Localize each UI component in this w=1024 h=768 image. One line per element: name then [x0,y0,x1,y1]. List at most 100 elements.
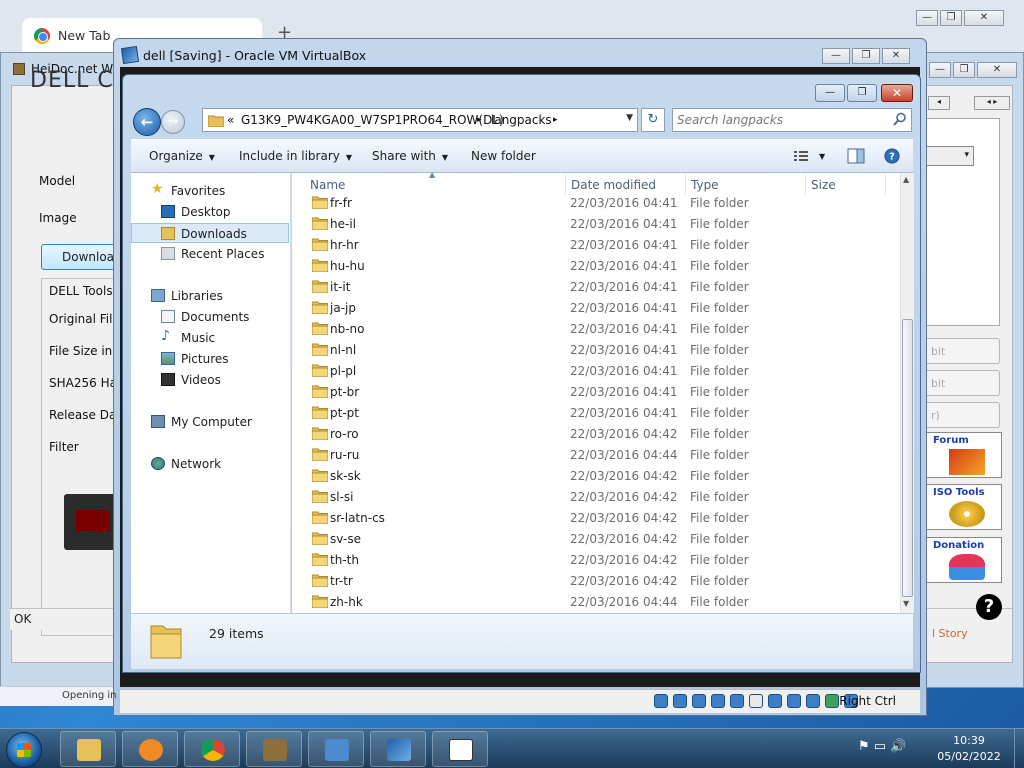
network-adapter-icon[interactable] [711,694,725,708]
forward-button[interactable]: → [161,110,185,134]
nav-documents[interactable]: Documents [131,307,289,327]
file-row[interactable]: ja-jp 22/03/2016 04:41 File folder [292,298,900,319]
file-row[interactable]: sk-sk 22/03/2016 04:42 File folder [292,466,900,487]
nav-desktop[interactable]: Desktop [131,202,289,222]
help-icon[interactable]: ? [976,594,1002,620]
download-button[interactable]: Downloa [41,244,121,270]
file-row[interactable]: sr-latn-cs 22/03/2016 04:42 File folder [292,508,900,529]
forum-tile[interactable]: Forum [924,432,1002,478]
maximize-button[interactable]: ❐ [852,48,880,64]
column-divider[interactable] [805,173,806,195]
file-row[interactable]: sl-si 22/03/2016 04:42 File folder [292,487,900,508]
file-row[interactable]: hr-hr 22/03/2016 04:41 File folder [292,235,900,256]
file-row[interactable]: pl-pl 22/03/2016 04:41 File folder [292,361,900,382]
close-button[interactable]: ✕ [882,48,910,64]
nav-libraries[interactable]: Libraries [131,286,289,306]
file-row[interactable]: th-th 22/03/2016 04:42 File folder [292,550,900,571]
nav-music[interactable]: ♪ Music [131,328,289,348]
refresh-icon[interactable]: ↻ [641,108,665,132]
new-folder-button[interactable]: New folder [471,149,536,163]
nav-favorites[interactable]: ★ Favorites [131,181,289,201]
breadcrumb-overflow[interactable]: « [227,113,234,127]
column-header-type[interactable]: Type [691,178,719,192]
show-desktop-button[interactable] [1014,729,1024,768]
close-button[interactable]: ✕ [964,10,1004,26]
help-icon[interactable]: ? [883,148,901,164]
maximize-button[interactable]: ❐ [953,62,975,78]
preview-pane-icon[interactable] [847,148,865,164]
minimize-button[interactable]: — [916,10,938,26]
file-row[interactable]: nl-nl 22/03/2016 04:41 File folder [292,340,900,361]
search-icon[interactable] [893,112,907,126]
include-in-library-menu[interactable]: Include in library ▼ [239,149,352,163]
breadcrumb-current[interactable]: langpacks [491,113,552,127]
file-row[interactable]: fr-fr 22/03/2016 04:41 File folder [292,193,900,214]
search-input[interactable] [677,111,887,129]
taskbar-7zip[interactable] [432,731,488,767]
file-row[interactable]: pt-pt 22/03/2016 04:41 File folder [292,403,900,424]
start-button[interactable] [6,732,42,768]
taskbar-virtualbox[interactable] [370,731,426,767]
file-row[interactable]: tr-tr 22/03/2016 04:42 File folder [292,571,900,592]
recording-icon[interactable] [787,694,801,708]
hdd-icon[interactable] [654,694,668,708]
scroll-up-icon[interactable]: ▲ [903,175,909,184]
vertical-scrollbar[interactable]: ▲ ▼ [900,173,914,613]
address-bar[interactable]: « G13K9_PW4KGA00_W7SP1PRO64_ROW(DL) ▸ la… [202,108,638,132]
optical-drive-icon[interactable] [673,694,687,708]
minimize-button[interactable]: — [815,84,845,102]
address-dropdown-icon[interactable]: ▼ [626,113,633,123]
minimize-button[interactable]: — [822,48,850,64]
views-icon[interactable] [793,148,809,164]
file-row[interactable]: sv-se 22/03/2016 04:42 File folder [292,529,900,550]
file-row[interactable]: pt-br 22/03/2016 04:41 File folder [292,382,900,403]
file-row[interactable]: ru-ru 22/03/2016 04:44 File folder [292,445,900,466]
taskbar-control-panel[interactable] [308,731,364,767]
donation-tile[interactable]: Donation [924,537,1002,583]
file-row[interactable]: it-it 22/03/2016 04:41 File folder [292,277,900,298]
back-button[interactable]: ← [133,108,161,136]
bit-button-1[interactable]: bit [924,338,1000,364]
column-header-size[interactable]: Size [811,178,836,192]
scroll-nav-buttons[interactable]: ◂ ▸ [974,96,1010,110]
scrollbar-thumb[interactable] [902,319,913,597]
views-dropdown-icon[interactable]: ▼ [819,152,825,161]
nav-downloads[interactable]: Downloads [131,223,289,243]
file-row[interactable]: hu-hu 22/03/2016 04:41 File folder [292,256,900,277]
close-button[interactable]: ✕ [881,84,913,102]
taskbar-explorer[interactable] [60,731,116,767]
shared-folders-icon[interactable] [749,694,763,708]
close-button[interactable]: ✕ [977,62,1017,78]
maximize-button[interactable]: ❐ [847,84,877,102]
scroll-down-icon[interactable]: ▼ [903,599,909,608]
minimize-button[interactable]: — [929,62,951,78]
clock[interactable]: 10:39 05/02/2022 [934,733,1004,765]
tray-icons[interactable]: ⚑ ▭ 🔊 [858,739,906,754]
mouse-integration-icon[interactable] [825,694,839,708]
nav-network[interactable]: Network [131,454,289,474]
breadcrumb-separator[interactable]: ▸ [477,115,482,125]
iso-tools-tile[interactable]: ISO Tools [924,484,1002,530]
column-divider[interactable] [685,173,686,195]
taskbar-chrome[interactable] [184,731,240,767]
nav-pictures[interactable]: Pictures [131,349,289,369]
column-header-date[interactable]: Date modified [571,178,656,192]
file-row[interactable]: he-il 22/03/2016 04:41 File folder [292,214,900,235]
nav-my-computer[interactable]: My Computer [131,412,289,432]
breadcrumb-parent[interactable]: G13K9_PW4KGA00_W7SP1PRO64_ROW(DL) [241,113,504,127]
taskbar-heidoc[interactable] [246,731,302,767]
file-row[interactable]: ro-ro 22/03/2016 04:42 File folder [292,424,900,445]
bit-button-2[interactable]: bit [924,370,1000,396]
taskbar-media-player[interactable] [122,731,178,767]
organize-menu[interactable]: Organize ▼ [149,149,215,163]
cpu-icon[interactable] [806,694,820,708]
share-with-menu[interactable]: Share with ▼ [372,149,448,163]
display-icon[interactable] [768,694,782,708]
file-row[interactable]: zh-hk 22/03/2016 04:44 File folder [292,592,900,613]
scroll-left-button[interactable]: ◂ [928,96,950,110]
column-header-name[interactable]: Name [310,178,345,192]
column-divider[interactable] [885,173,886,195]
maximize-button[interactable]: ❐ [940,10,962,26]
usb-icon[interactable] [730,694,744,708]
audio-icon[interactable] [692,694,706,708]
